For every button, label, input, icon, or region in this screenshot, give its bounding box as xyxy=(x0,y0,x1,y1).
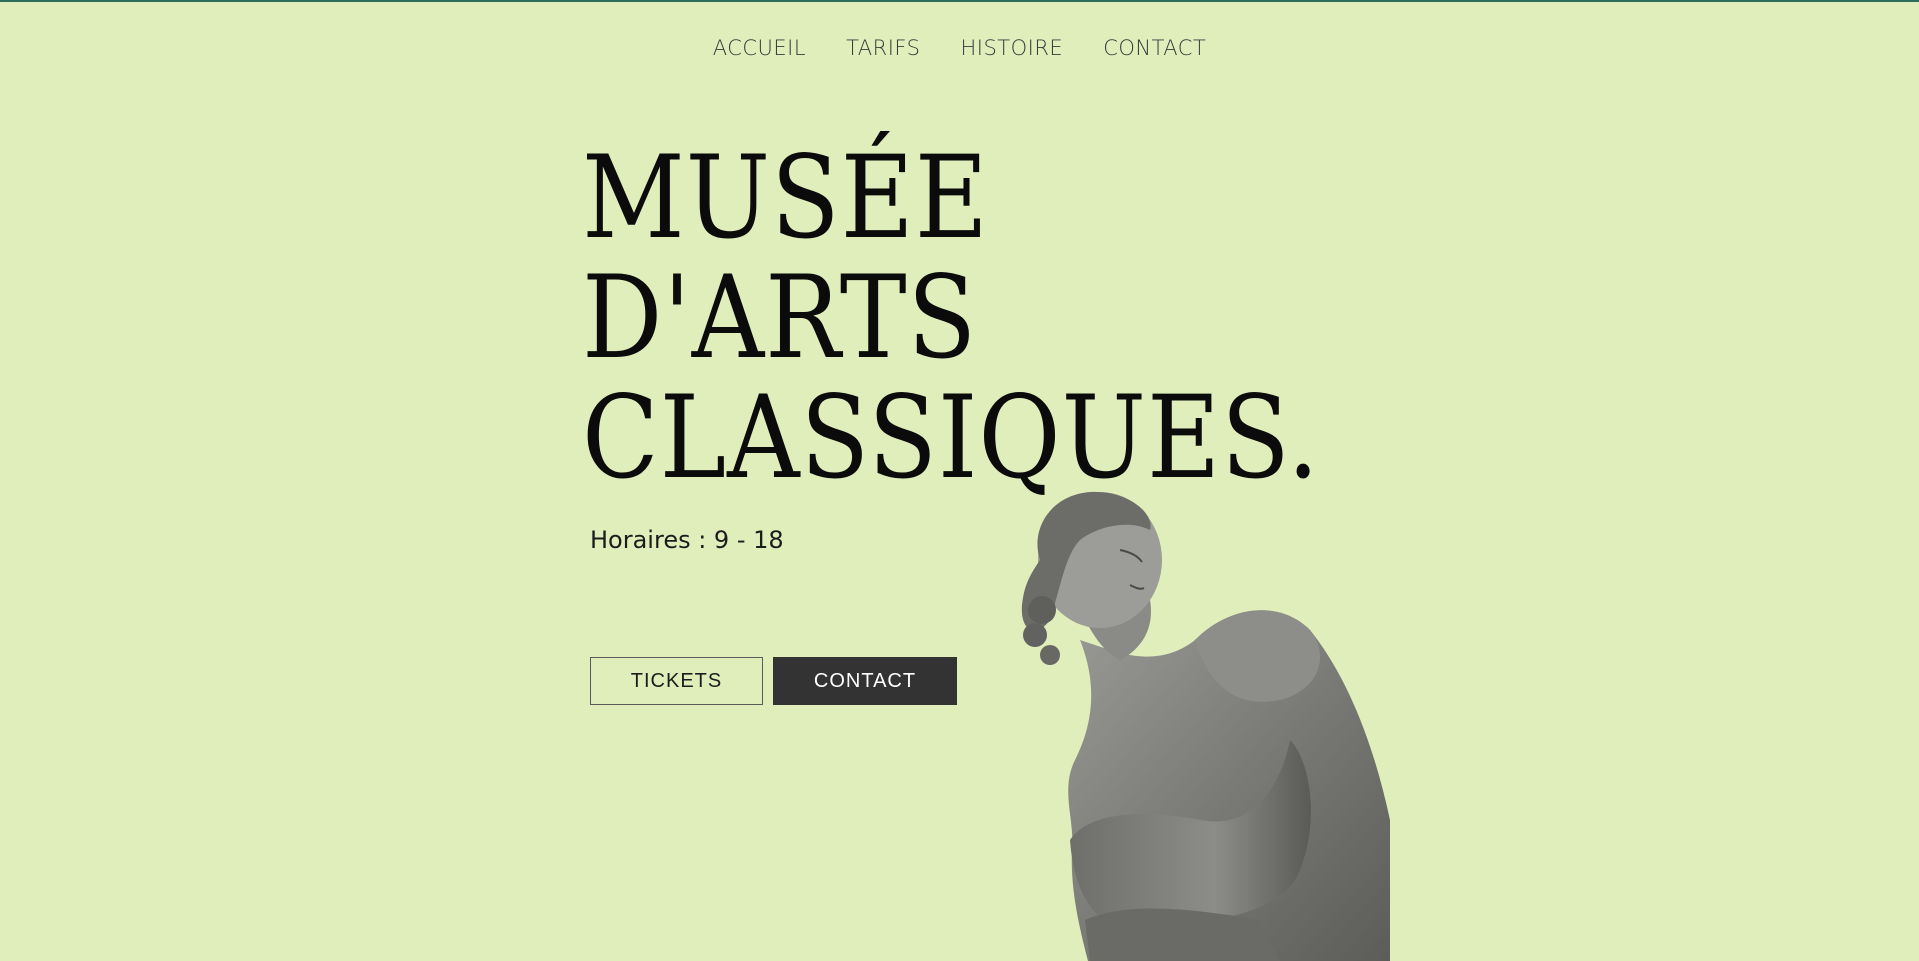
hero-title-line-3: CLASSIQUES. xyxy=(582,371,1320,504)
nav-item-accueil[interactable]: ACCUEIL xyxy=(713,36,806,60)
statue-image xyxy=(1021,491,1390,961)
hero-title: MUSÉE D'ARTS CLASSIQUES. xyxy=(582,138,1320,498)
top-border xyxy=(0,0,1919,2)
tickets-button[interactable]: TICKETS xyxy=(590,657,763,705)
hero-title-line-2: D'ARTS xyxy=(582,251,978,384)
opening-hours: Horaires : 9 - 18 xyxy=(590,526,784,554)
nav-item-tarifs[interactable]: TARIFS xyxy=(846,36,920,60)
hero-title-line-1: MUSÉE xyxy=(582,131,989,264)
nav-item-histoire[interactable]: HISTOIRE xyxy=(960,36,1063,60)
main-nav: ACCUEIL TARIFS HISTOIRE CONTACT xyxy=(0,36,1919,60)
nav-item-contact[interactable]: CONTACT xyxy=(1103,36,1206,60)
contact-button[interactable]: CONTACT xyxy=(773,657,957,705)
